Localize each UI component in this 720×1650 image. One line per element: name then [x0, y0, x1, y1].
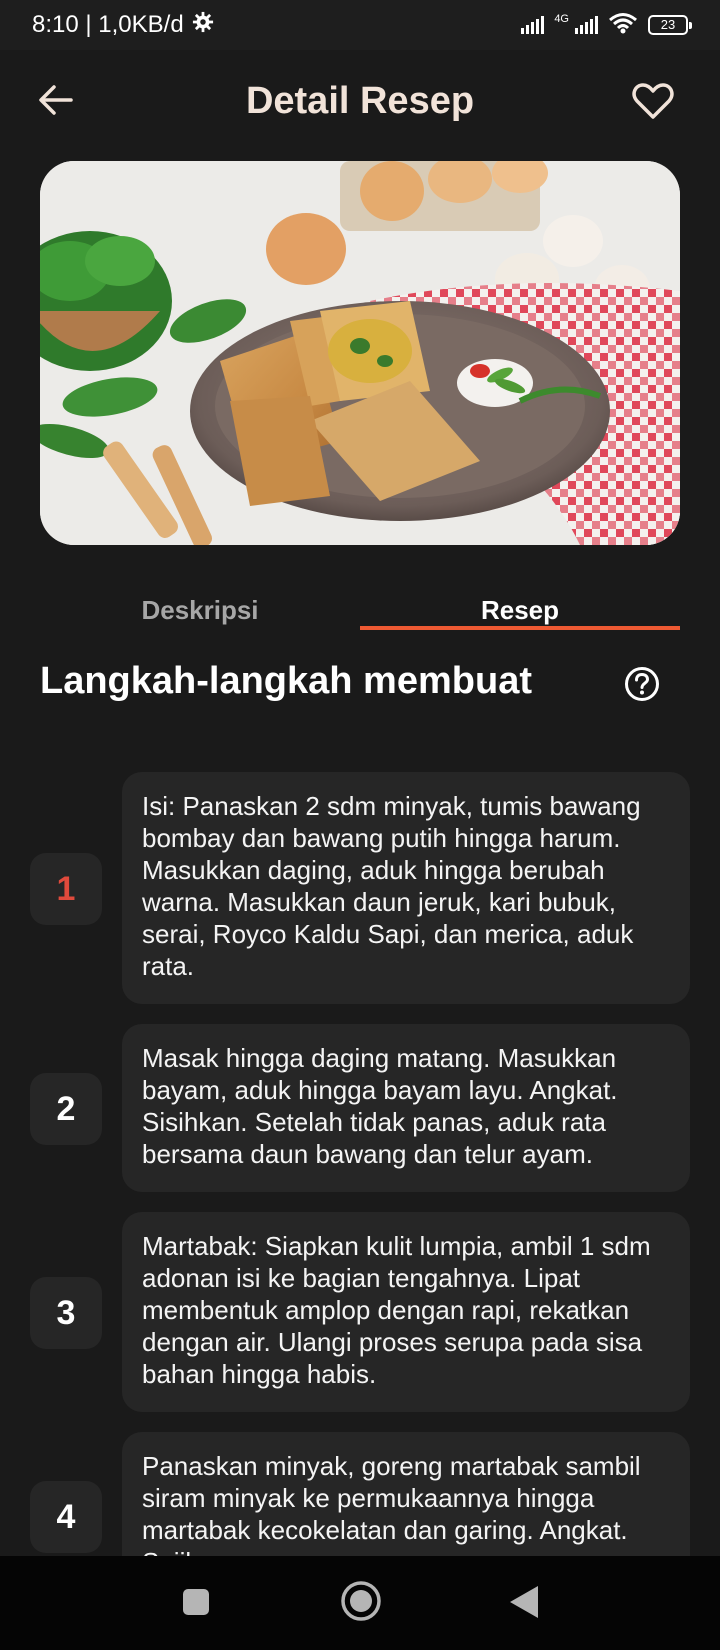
tab-deskripsi[interactable]: Deskripsi: [40, 585, 360, 635]
battery-icon: 23: [648, 15, 692, 35]
help-button[interactable]: [624, 666, 660, 702]
gear-icon: [192, 11, 214, 40]
step-text: Martabak: Siapkan kulit lumpia, ambil 1 …: [122, 1212, 690, 1412]
step-number: 3: [30, 1277, 102, 1349]
status-left: 8:10 | 1,0KB/d: [32, 11, 214, 40]
navigation-bar: [0, 1556, 720, 1650]
step-text: Isi: Panaskan 2 sdm minyak, tumis bawang…: [122, 772, 690, 1004]
network-type: 4G: [554, 12, 569, 25]
home-button[interactable]: [340, 1580, 382, 1627]
app-header: Detail Resep: [0, 50, 720, 160]
wifi-icon: [608, 12, 638, 39]
tab-bar: Deskripsi Resep: [40, 585, 680, 635]
section-title: Langkah-langkah membuat: [40, 660, 532, 702]
back-nav-button[interactable]: [508, 1584, 540, 1625]
step-number: 4: [30, 1481, 102, 1553]
page-title: Detail Resep: [245, 80, 475, 122]
status-right: 4G 23: [521, 12, 692, 39]
status-time: 8:10 | 1,0KB/d: [32, 11, 184, 38]
martabak-photo: [40, 161, 680, 545]
question-circle-icon: [624, 667, 660, 706]
recipe-image: [40, 161, 680, 545]
battery-level: 23: [660, 17, 676, 32]
recents-button[interactable]: [182, 1588, 210, 1621]
signal-icon-secondary: [575, 16, 598, 34]
square-recents-icon: [182, 1589, 210, 1620]
step-number: 2: [30, 1073, 102, 1145]
triangle-back-icon: [508, 1586, 540, 1624]
step-number: 1: [30, 853, 102, 925]
step-text: Masak hingga daging matang. Masukkan bay…: [122, 1024, 690, 1192]
circle-home-icon: [340, 1581, 382, 1626]
status-bar: 8:10 | 1,0KB/d 4G 23: [0, 0, 720, 50]
signal-icon: [521, 16, 545, 34]
tab-resep[interactable]: Resep: [360, 585, 680, 635]
heart-outline-icon: [632, 82, 674, 125]
favorite-button[interactable]: [630, 80, 676, 126]
